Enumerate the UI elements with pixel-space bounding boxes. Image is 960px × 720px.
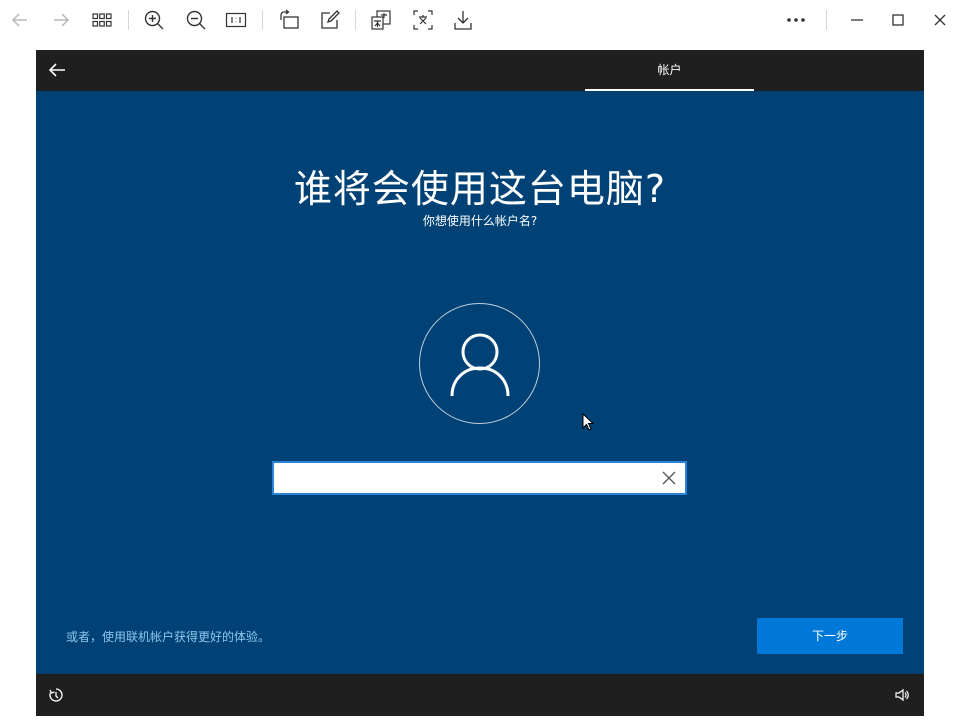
more-icon[interactable] (782, 6, 810, 34)
mouse-cursor-icon (582, 413, 594, 431)
actual-size-icon[interactable] (222, 6, 250, 34)
oobe-top-bar: 帐户 (36, 50, 924, 91)
viewer-toolbar (0, 0, 960, 40)
page-title: 谁将会使用这台电脑? (293, 167, 667, 211)
next-button[interactable]: 下一步 (757, 618, 903, 654)
page-subtitle: 你想使用什么帐户名? (422, 214, 538, 228)
close-icon[interactable] (926, 6, 954, 34)
tab-account[interactable]: 帐户 (585, 50, 754, 91)
rotate-icon[interactable] (275, 6, 303, 34)
user-icon (450, 333, 510, 397)
toolbar-divider (262, 10, 263, 30)
toolbar-divider (826, 10, 827, 30)
toolbar-divider (128, 10, 129, 30)
name-field (272, 461, 687, 495)
forward-arrow-icon[interactable] (47, 6, 75, 34)
text-extract-icon[interactable] (409, 6, 437, 34)
back-arrow-icon[interactable] (6, 6, 34, 34)
online-account-link[interactable]: 或者，使用联机帐户获得更好的体验。 (66, 628, 270, 645)
toolbar-divider (355, 10, 356, 30)
translate-icon[interactable] (367, 6, 395, 34)
oobe-bottom-bar (36, 674, 924, 716)
accessibility-icon[interactable] (48, 687, 64, 703)
tab-underline (585, 89, 754, 91)
download-icon[interactable] (449, 6, 477, 34)
minimize-icon[interactable] (843, 6, 871, 34)
zoom-in-icon[interactable] (140, 6, 168, 34)
volume-icon[interactable] (894, 687, 910, 703)
oobe-screen: 帐户 谁将会使用这台电脑? 你想使用什么帐户名? 或者，使用联机帐户获得更好的体… (36, 50, 924, 716)
grid-icon[interactable] (88, 6, 116, 34)
maximize-icon[interactable] (884, 6, 912, 34)
zoom-out-icon[interactable] (182, 6, 210, 34)
account-name-input[interactable] (274, 463, 654, 493)
clear-icon[interactable] (661, 470, 677, 486)
back-arrow-icon[interactable] (46, 59, 68, 81)
avatar (419, 303, 540, 424)
edit-icon[interactable] (316, 6, 344, 34)
